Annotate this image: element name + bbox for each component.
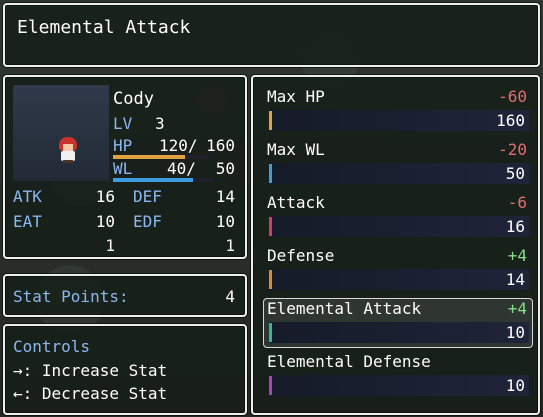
stat-def-label: DEF (133, 187, 162, 206)
help-text: Elemental Attack (17, 17, 191, 38)
param-delta: +4 (507, 246, 527, 265)
controls-title: Controls (13, 337, 91, 356)
param-name: Attack (267, 193, 325, 212)
param-list-window: Max HP -60 160 Max WL -20 50 Attack -6 1… (251, 75, 540, 415)
param-delta: -60 (498, 87, 527, 106)
param-value: 16 (505, 217, 525, 236)
controls-increase: →: Increase Stat (13, 361, 168, 380)
param-name: Max HP (267, 87, 325, 106)
stat-points-value: 4 (225, 287, 235, 306)
param-color-mark (269, 270, 272, 289)
param-name: Elemental Defense (267, 352, 431, 371)
wl-gauge (113, 178, 213, 182)
wl-current: 40/ (167, 159, 196, 178)
param-delta: -20 (498, 140, 527, 159)
stat-atk-label: ATK (13, 187, 42, 206)
stat-points-label: Stat Points: (13, 287, 129, 306)
stat-def-value: 14 (215, 187, 235, 206)
hp-label: HP (113, 136, 133, 155)
stat-eat-label: EAT (13, 212, 42, 231)
actor-name: Cody (113, 89, 154, 109)
stat-eat-value: 10 (95, 212, 115, 231)
param-bar: 160 (269, 110, 529, 131)
param-value: 14 (505, 270, 525, 289)
controls-decrease: ←: Decrease Stat (13, 384, 168, 403)
stat-points-window: Stat Points: 4 (3, 274, 247, 317)
param-bar: 14 (269, 269, 529, 290)
param-color-mark (269, 323, 272, 342)
actor-portrait (13, 85, 109, 181)
param-bar: 50 (269, 163, 529, 184)
param-name: Max WL (267, 140, 325, 159)
controls-window: Controls →: Increase Stat ←: Decrease St… (3, 324, 247, 415)
wl-max: 50 (215, 159, 235, 178)
param-color-mark (269, 217, 272, 236)
stat-extra-right-value: 1 (225, 236, 235, 255)
stat-extra-left-value: 1 (105, 236, 115, 255)
param-value: 50 (505, 164, 525, 183)
level-value: 3 (155, 114, 165, 133)
param-color-mark (269, 111, 272, 130)
param-delta: +4 (507, 299, 527, 318)
param-name: Elemental Attack (267, 299, 422, 318)
status-window: Cody LV 3 HP 120/ 160 WL 40/ 50 ATK 16 D… (3, 75, 247, 259)
param-name: Defense (267, 246, 335, 265)
wl-label: WL (113, 159, 133, 178)
param-bar: 16 (269, 216, 529, 237)
stat-edf-label: EDF (133, 212, 162, 231)
level-label: LV (113, 114, 133, 133)
param-bar: 10 (269, 322, 529, 343)
hp-max: 160 (206, 136, 235, 155)
param-bar: 10 (269, 375, 529, 396)
help-window: Elemental Attack (3, 3, 540, 67)
param-delta: -6 (507, 193, 527, 212)
actor-sprite (57, 137, 79, 163)
stat-atk-value: 16 (95, 187, 115, 206)
wl-gauge-fill (113, 178, 193, 182)
param-value: 10 (505, 376, 525, 395)
param-color-mark (269, 164, 272, 183)
hp-current: 120/ (159, 136, 198, 155)
param-color-mark (269, 376, 272, 395)
param-value: 160 (496, 111, 525, 130)
stat-edf-value: 10 (215, 212, 235, 231)
param-value: 10 (505, 323, 525, 342)
